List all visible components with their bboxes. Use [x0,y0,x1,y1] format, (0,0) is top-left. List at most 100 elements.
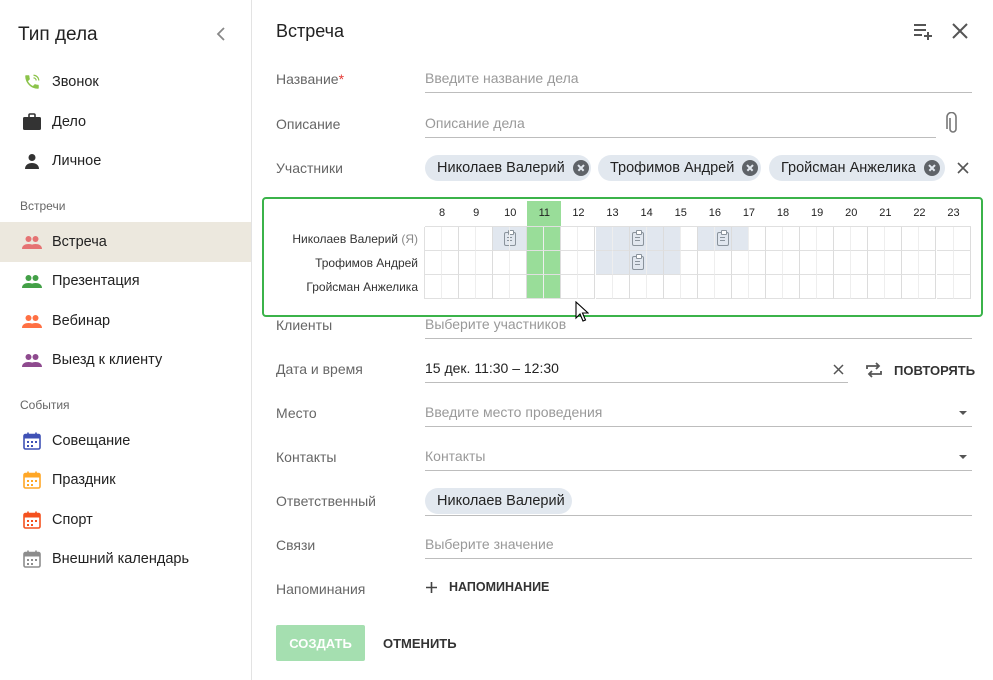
contacts-input[interactable]: Контакты [425,445,972,471]
add-reminder-button[interactable]: НАПОМИНАНИЕ [425,576,549,598]
grid-cell [425,227,443,251]
phone-icon [22,72,42,92]
grid-cell [578,251,596,275]
responsible-chip[interactable]: Николаев Валерий [425,488,572,514]
grid-cell [493,251,511,275]
remove-chip-icon[interactable] [572,160,589,176]
hour-label: 23 [947,207,960,219]
grid-cell [629,227,647,251]
grid-cell [544,275,562,299]
grid-cell [783,227,801,251]
grid-cell [680,227,698,251]
grid-cell [680,275,698,299]
hour-label: 12 [572,207,585,219]
grid-cell [510,251,528,275]
calendar-icon [22,431,42,451]
grid-cell [612,227,630,251]
grid-cell [714,275,732,299]
sidebar-item-label: Личное [52,153,102,169]
description-input[interactable]: Описание дела [425,112,936,138]
grid-cell [714,251,732,275]
grid-cell [953,251,971,275]
sidebar-item-external-calendar[interactable]: Внешний календарь [0,539,251,579]
datetime-label: Дата и время [276,361,363,377]
grid-border [424,227,425,299]
datetime-input[interactable]: 15 дек. 11:30 – 12:30 [425,357,848,383]
grid-cell [868,251,886,275]
sidebar-item-client-visit[interactable]: Выезд к клиенту [0,340,251,380]
remove-chip-icon[interactable] [923,160,940,176]
grid-cell [731,275,749,299]
me-marker: (Я) [398,232,418,246]
grid-cell [851,251,869,275]
grid-cell [834,227,852,251]
participant-name: Гройсман Анжелика [306,280,418,294]
participant-chip[interactable]: Николаев Валерий [425,155,591,181]
participant-chip[interactable]: Гройсман Анжелика [769,155,945,181]
participant-chip[interactable]: Трофимов Андрей [598,155,761,181]
grid-cell [697,275,715,299]
hour-label: 18 [776,207,790,219]
grid-cell [527,227,545,251]
grid-cell [629,275,647,299]
close-icon[interactable] [949,20,971,42]
hour-label: 19 [811,207,824,219]
description-label: Описание [276,116,341,132]
repeat-button[interactable]: ПОВТОРЯТЬ [864,358,975,382]
sidebar-item-sport[interactable]: Спорт [0,500,251,540]
remove-chip-icon[interactable] [742,160,759,176]
grid-cell [919,251,937,275]
contacts-label: Контакты [276,449,337,465]
cancel-button[interactable]: ОТМЕНИТЬ [383,625,457,661]
hour-label: 17 [742,207,756,219]
sidebar-item-webinar[interactable]: Вебинар [0,301,251,341]
grid-cell [442,275,460,299]
clients-input[interactable]: Выберите участников [425,313,972,339]
participant-row-name: Николаев Валерий (Я) [264,232,418,246]
paperclip-icon[interactable] [946,112,960,136]
name-input[interactable]: Введите название дела [425,67,972,93]
grid-cell [578,275,596,299]
grid-cell [697,251,715,275]
grid-cell [902,251,920,275]
dropdown-arrow-icon[interactable] [959,411,967,415]
mouse-cursor-icon [575,301,589,322]
clear-datetime-icon[interactable] [833,364,844,375]
repeat-label: ПОВТОРЯТЬ [894,362,976,378]
links-input[interactable]: Выберите значение [425,533,972,559]
hour-label: 22 [913,207,926,219]
sidebar-item-meeting[interactable]: Встреча [0,222,251,262]
sidebar-item-holiday[interactable]: Праздник [0,460,251,500]
grid-cell [783,251,801,275]
place-input[interactable]: Введите место проведения [425,401,972,427]
sidebar-item-presentation[interactable]: Презентация [0,261,251,301]
dropdown-arrow-icon[interactable] [959,455,967,459]
clear-participants-icon[interactable] [957,162,969,174]
sidebar-item-call[interactable]: Звонок [0,62,251,102]
participant-row-name: Трофимов Андрей [264,256,418,270]
grid-cell [868,227,886,251]
sidebar-item-conference[interactable]: Совещание [0,421,251,461]
sidebar-item-label: Звонок [52,74,99,90]
create-button[interactable]: СОЗДАТЬ [276,625,365,661]
group-icon [22,311,42,331]
grid-cell [800,275,818,299]
grid-cell [629,251,647,275]
sidebar-item-label: Вебинар [52,313,111,329]
grid-cell [578,227,596,251]
page-title: Встреча [276,21,345,41]
grid-cell [766,227,784,251]
participant-row-name: Гройсман Анжелика [264,280,418,294]
grid-cell [544,251,562,275]
playlist-add-icon[interactable] [912,20,934,42]
sidebar-item-personal[interactable]: Личное [0,141,251,181]
grid-cell [783,275,801,299]
grid-cell [834,251,852,275]
hour-label: 10 [504,207,517,219]
grid-cell [476,227,494,251]
chevron-left-icon[interactable] [214,26,228,42]
hour-label: 9 [473,207,480,219]
grid-cell [663,251,681,275]
sidebar-item-label: Дело [52,114,87,130]
sidebar-item-task[interactable]: Дело [0,102,251,142]
